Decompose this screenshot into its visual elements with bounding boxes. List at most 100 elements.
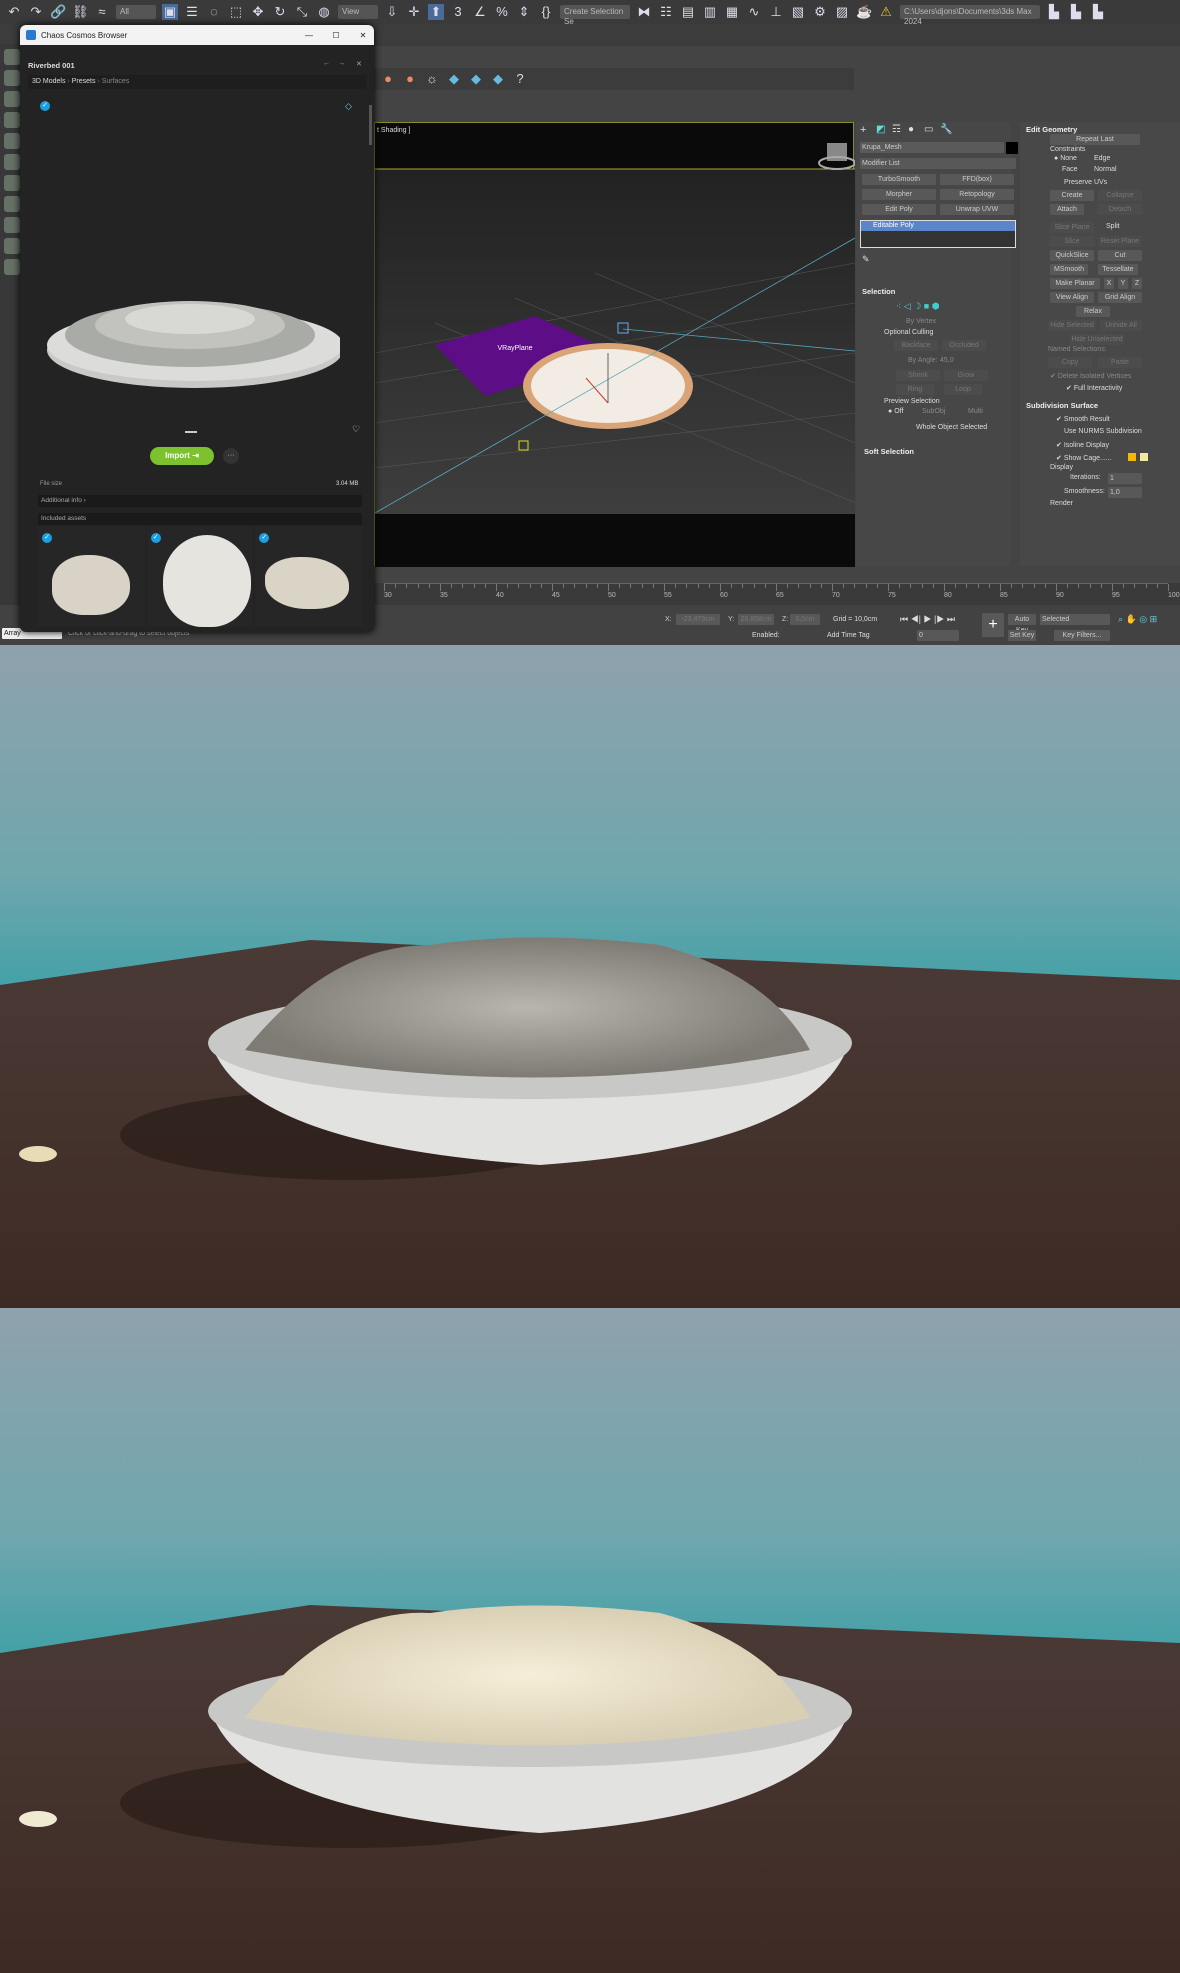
utilities-tab-icon[interactable]: 🔧 (940, 124, 952, 135)
place-icon[interactable]: ◍ (316, 4, 332, 20)
warning-icon[interactable]: ⚠ (878, 4, 894, 20)
bind-spacewarp-icon[interactable]: ≈ (94, 4, 110, 20)
isoline-display-checkbox[interactable]: ✔ Isoline Display (1056, 441, 1109, 449)
full-interactivity-checkbox[interactable]: ✔ Full Interactivity (1066, 384, 1122, 392)
attach-button[interactable]: Attach (1050, 204, 1084, 215)
hierarchy-tab-icon[interactable]: ☶ (892, 124, 901, 135)
ring-button[interactable]: Ring (896, 384, 934, 395)
spinner-snap-icon[interactable]: ⇕ (516, 4, 532, 20)
paste-button[interactable]: Paste (1098, 357, 1142, 368)
collapse-button[interactable]: Collapse (1098, 190, 1142, 201)
perspective-viewport[interactable]: t Shading ] VRayPlane (374, 122, 855, 567)
percent-snap-icon[interactable]: % (494, 4, 510, 20)
constraint-edge-radio[interactable]: Edge (1094, 155, 1110, 162)
system-icon[interactable] (4, 175, 20, 191)
snap-toggle-icon[interactable]: ⬆ (428, 4, 444, 20)
stack-item-editable-poly[interactable]: Editable Poly (861, 221, 1015, 231)
close-icon[interactable]: ✕ (352, 31, 374, 40)
favorite-icon[interactable]: ♡ (352, 424, 360, 435)
pivot-icon[interactable]: ⇩ (384, 4, 400, 20)
window-crossing-icon[interactable]: ⬚ (228, 4, 244, 20)
shrink-button[interactable]: Shrink (896, 370, 940, 381)
vray-render-icon[interactable]: ● (380, 71, 396, 87)
select-object-icon[interactable]: ▣ (162, 4, 178, 20)
vray-cosmos-icon[interactable]: ◆ (446, 71, 462, 87)
delete-isolated-checkbox[interactable]: ✔ Delete Isolated Vertices (1050, 372, 1131, 380)
project-icon[interactable]: ▙ (1046, 4, 1062, 20)
spacewarp-icon[interactable] (4, 154, 20, 170)
move-icon[interactable]: ✥ (250, 4, 266, 20)
slice-plane-button[interactable]: Slice Plane (1050, 222, 1094, 233)
smoothness-spinner[interactable]: 1,0 (1108, 487, 1142, 498)
subdivision-surface-rollout-header[interactable]: Subdivision Surface (1026, 401, 1098, 410)
make-planar-button[interactable]: Make Planar (1050, 278, 1100, 289)
show-cage-checkbox[interactable]: ✔ Show Cage...... (1056, 454, 1112, 462)
vray-material-icon[interactable]: ◆ (468, 71, 484, 87)
close-panel-icon[interactable]: ✕ (356, 60, 362, 68)
back-icon[interactable]: ← (323, 60, 330, 67)
lasso-selection-icon[interactable]: ◌ (206, 4, 222, 20)
planar-x-button[interactable]: X (1104, 278, 1114, 289)
slice-button[interactable]: Slice (1050, 236, 1094, 247)
relax-button[interactable]: Relax (1076, 306, 1110, 317)
key-set-dropdown[interactable]: Selected (1040, 614, 1110, 625)
select-by-name-icon[interactable]: ☰ (184, 4, 200, 20)
scale-icon[interactable]: ⤡ (294, 4, 310, 20)
unlink-icon[interactable]: ⛓ (72, 4, 89, 20)
project-path-dropdown[interactable]: C:\Users\djons\Documents\3ds Max 2024 (900, 5, 1040, 26)
asset-preview-image[interactable] (40, 275, 340, 395)
redo-icon[interactable]: ↷ (28, 4, 44, 20)
curve-editor-icon[interactable]: ∿ (746, 4, 762, 20)
teapot-icon[interactable] (4, 49, 20, 65)
msmooth-button[interactable]: MSmooth (1050, 264, 1088, 275)
auto-key-button[interactable]: Auto Key (1008, 614, 1036, 634)
playback-controls[interactable]: ⏮ ◀| ▶ |▶ ⏭ (900, 614, 955, 625)
motion-tab-icon[interactable]: ● (908, 124, 914, 135)
grow-button[interactable]: Grow (944, 370, 988, 381)
ribbon-icon[interactable]: ▦ (724, 4, 740, 20)
object-name-field[interactable]: Krupa_Mesh (860, 142, 1004, 153)
add-time-tag-button[interactable]: Add Time Tag (827, 632, 870, 639)
selection-rollout-header[interactable]: Selection (862, 287, 895, 296)
soft-selection-rollout-header[interactable]: Soft Selection (864, 447, 914, 456)
unhide-all-button[interactable]: Unhide All (1100, 320, 1142, 331)
detach-button[interactable]: Detach (1098, 204, 1142, 215)
project-folder-icon[interactable]: ▙ (1068, 4, 1084, 20)
copy-button[interactable]: Copy (1048, 357, 1092, 368)
snaps-3d-icon[interactable]: 3 (450, 4, 466, 20)
constraint-normal-radio[interactable]: Normal (1094, 166, 1117, 173)
key-filters-button[interactable]: Key Filters... (1054, 630, 1110, 641)
create-key-icon[interactable]: + (982, 613, 1004, 637)
edit-geometry-rollout-header[interactable]: Edit Geometry (1026, 125, 1077, 134)
edit-poly-button[interactable]: Edit Poly (862, 204, 936, 215)
included-asset-tile[interactable]: ✓ (255, 527, 363, 627)
hide-selected-button[interactable]: Hide Selected (1048, 320, 1096, 331)
timeline[interactable]: 30 35 40 45 50 55 60 65 70 75 80 85 90 95 100 (374, 583, 1180, 605)
turbosmooth-button[interactable]: TurboSmooth (862, 174, 936, 185)
create-button[interactable]: Create (1050, 190, 1094, 201)
additional-info-section[interactable]: Additional info › (38, 495, 362, 507)
named-selection-dropdown[interactable]: Create Selection Se (560, 5, 630, 26)
preview-subobj-radio[interactable]: SubObj (922, 408, 945, 415)
included-asset-tile[interactable]: ✓ (38, 527, 145, 627)
preserve-uvs-checkbox[interactable]: Preserve UVs (1064, 179, 1107, 186)
modifier-list-dropdown[interactable]: Modifier List (860, 158, 1016, 169)
constraint-face-radio[interactable]: Face (1062, 166, 1078, 173)
palette-icon[interactable] (4, 259, 20, 275)
use-nurms-checkbox[interactable]: Use NURMS Subdivision (1064, 428, 1142, 435)
planar-y-button[interactable]: Y (1118, 278, 1128, 289)
quickslice-button[interactable]: QuickSlice (1050, 250, 1094, 261)
pin-stack-icon[interactable]: ✎ (862, 254, 870, 265)
modify-tab-icon[interactable]: ◩ (876, 124, 885, 135)
mirror-icon[interactable]: ⧓ (636, 4, 652, 20)
camera-icon[interactable] (4, 91, 20, 107)
preview-multi-radio[interactable]: Multi (968, 408, 983, 415)
backface-button[interactable]: Backface (894, 340, 938, 351)
adaptive-degradation-toggle[interactable]: Enabled: (752, 632, 780, 639)
smooth-result-checkbox[interactable]: ✔ Smooth Result (1056, 415, 1110, 423)
by-angle-checkbox[interactable]: By Angle: (908, 357, 938, 364)
iterations-spinner[interactable]: 1 (1108, 473, 1142, 484)
ffd-box-button[interactable]: FFD(box) (940, 174, 1014, 185)
schematic-icon[interactable]: ⊥ (768, 4, 784, 20)
occluded-button[interactable]: Occluded (942, 340, 986, 351)
